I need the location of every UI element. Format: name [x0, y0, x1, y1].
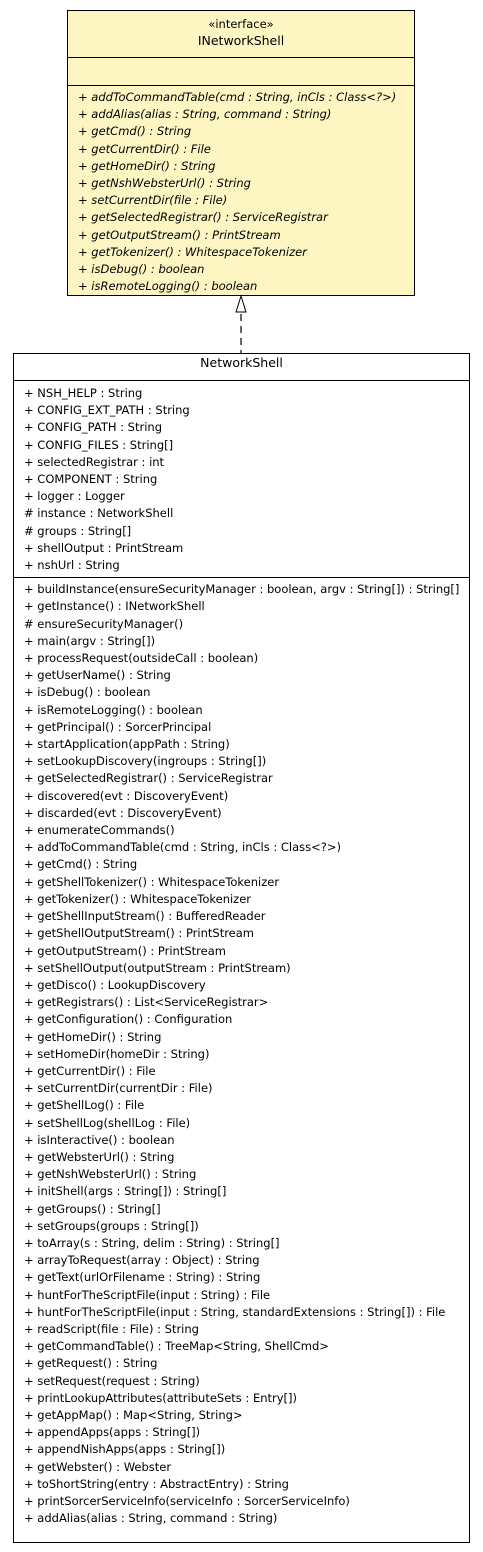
class-attribute: + nshUrl : String: [24, 558, 120, 573]
class-operations-compartment: + buildInstance(ensureSecurityManager : …: [14, 578, 469, 1527]
class-operation: + getWebsterUrl() : String: [24, 1149, 175, 1164]
class-operation: + getText(urlOrFilename : String) : Stri…: [24, 1270, 261, 1285]
class-operation: + getRequest() : String: [24, 1356, 158, 1371]
class-operation: + getCurrentDir() : File: [24, 1063, 156, 1078]
class-operation: + isDebug() : boolean: [24, 685, 151, 700]
class-operation: + getCmd() : String: [24, 857, 138, 872]
class-operation: + setShellLog(shellLog : File): [24, 1115, 191, 1130]
class-attribute: # instance : NetworkShell: [24, 506, 174, 521]
class-attribute: + COMPONENT : String: [24, 472, 158, 487]
class-operation: + getTokenizer() : WhitespaceTokenizer: [24, 891, 252, 906]
class-operation: + processRequest(outsideCall : boolean): [24, 651, 259, 666]
class-operation: + initShell(args : String[]) : String[]: [24, 1184, 227, 1199]
class-attributes-compartment: + NSH_HELP : String + CONFIG_EXT_PATH : S…: [14, 381, 469, 579]
class-attribute: + selectedRegistrar : int: [24, 454, 165, 469]
class-name: NetworkShell: [200, 355, 283, 370]
class-attribute: + CONFIG_FILES : String[]: [24, 437, 174, 452]
class-operation: + arrayToRequest(array : Object) : Strin…: [24, 1253, 260, 1268]
class-attribute: + shellOutput : PrintStream: [24, 540, 184, 555]
class-operation: + main(argv : String[]): [24, 633, 156, 648]
class-operation: + appendApps(apps : String[]): [24, 1425, 201, 1440]
class-operation: + getNshWebsterUrl() : String: [24, 1167, 197, 1182]
class-operation: + getRegistrars() : List<ServiceRegistra…: [24, 995, 269, 1010]
realization-arrowhead: [235, 294, 247, 313]
class-operation: + getGroups() : String[]: [24, 1201, 161, 1216]
class-operation: + setGroups(groups : String[]): [24, 1218, 199, 1233]
class-operation: + getConfiguration() : Configuration: [24, 1012, 233, 1027]
class-operation: + setLookupDiscovery(ingroups : String[]…: [24, 754, 267, 769]
class-operation: + getCommandTable() : TreeMap<String, Sh…: [24, 1339, 329, 1354]
class-operation: + getHomeDir() : String: [24, 1029, 162, 1044]
class-operation: + getDisco() : LookupDiscovery: [24, 977, 206, 992]
class-operation: + startApplication(appPath : String): [24, 737, 230, 752]
class-networkshell[interactable]: NetworkShell + NSH_HELP : String + CONFIG…: [13, 353, 470, 1543]
class-operation: + getSelectedRegistrar() : ServiceRegist…: [24, 771, 273, 786]
class-operation: + addToCommandTable(cmd : String, inCls …: [24, 840, 342, 855]
class-attribute: + logger : Logger: [24, 489, 125, 504]
class-operation: + getInstance() : INetworkShell: [24, 599, 205, 614]
class-operation: + enumerateCommands(): [24, 823, 175, 838]
class-operation: + getPrincipal() : SorcerPrincipal: [24, 719, 212, 734]
class-operation: + getShellOutputStream() : PrintStream: [24, 926, 255, 941]
class-name-compartment: NetworkShell: [14, 354, 469, 381]
class-operation: + discovered(evt : DiscoveryEvent): [24, 788, 229, 803]
class-operation: + toArray(s : String, delim : String) : …: [24, 1235, 280, 1250]
realization-arrow: [235, 294, 247, 353]
class-operation: + printSorcerServiceInfo(serviceInfo : S…: [24, 1494, 350, 1508]
class-operation: + readScript(file : File) : String: [24, 1321, 199, 1336]
class-operation: + huntForTheScriptFile(input : String, s…: [24, 1304, 446, 1319]
class-operation: + buildInstance(ensureSecurityManager : …: [24, 582, 460, 597]
class-operation: + isRemoteLogging() : boolean: [24, 702, 203, 717]
class-operation: + getOutputStream() : PrintStream: [24, 943, 226, 958]
class-operation: + printLookupAttributes(attributeSets : …: [24, 1390, 298, 1405]
class-attribute: + NSH_HELP : String: [24, 386, 143, 400]
class-operation: + isInteractive() : boolean: [24, 1132, 175, 1147]
class-operation: + getShellLog() : File: [24, 1098, 145, 1113]
class-attribute: # groups : String[]: [24, 523, 132, 538]
class-operation: + toShortString(entry : AbstractEntry) :…: [24, 1476, 289, 1491]
class-operation: + addAlias(alias : String, command : Str…: [24, 1511, 278, 1526]
class-operation: + setHomeDir(homeDir : String): [24, 1046, 210, 1061]
class-operation: + getWebster() : Webster: [24, 1459, 172, 1474]
class-operation: # ensureSecurityManager(): [24, 616, 184, 631]
class-operation: + getAppMap() : Map<String, String>: [24, 1407, 243, 1422]
class-attribute: + CONFIG_EXT_PATH : String: [24, 403, 190, 418]
class-operation: + setShellOutput(outputStream : PrintStr…: [24, 960, 291, 975]
class-operation: + getShellInputStream() : BufferedReader: [24, 909, 266, 924]
class-operation: + setCurrentDir(currentDir : File): [24, 1081, 213, 1096]
class-operation: + huntForTheScriptFile(input : String) :…: [24, 1287, 271, 1302]
class-operation: + getUserName() : String: [24, 668, 171, 683]
class-operation: + appendNishApps(apps : String[]): [24, 1442, 226, 1457]
class-attribute: + CONFIG_PATH : String: [24, 420, 162, 435]
class-operation: + setRequest(request : String): [24, 1373, 200, 1388]
class-operation: + getShellTokenizer() : WhitespaceTokeni…: [24, 874, 280, 889]
class-operation: + discarded(evt : DiscoveryEvent): [24, 805, 222, 820]
